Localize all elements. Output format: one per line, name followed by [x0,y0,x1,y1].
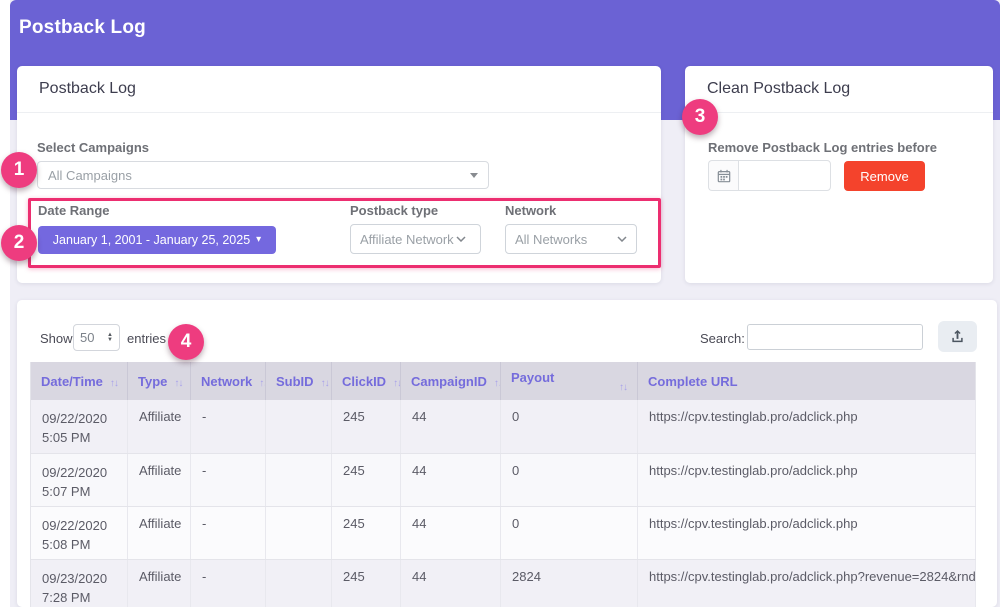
cell-payout: 0 [501,453,638,506]
date-range-label: Date Range [38,203,110,218]
cell-clickid: 245 [332,453,401,506]
date-range-value: January 1, 2001 - January 25, 2025 [53,233,250,247]
annotation-step-3: 3 [682,99,718,135]
sort-icon: ↑↓ [321,378,329,389]
postback-type-select[interactable]: Affiliate Network [350,224,481,254]
table-row: 09/22/2020 5:07 PM Affiliate - 245 44 0 … [31,453,976,506]
cell-network: - [191,453,266,506]
postback-log-table: Date/Time↑↓ Type↑↓ Network↑↓ SubID↑↓ Cli… [30,362,976,607]
clean-card-title: Clean Postback Log [707,80,850,98]
cell-type: Affiliate [128,506,191,559]
caret-down-icon: ▾ [256,235,261,245]
cell-type: Affiliate [128,400,191,453]
sort-icon: ↑↓ [110,378,118,389]
remove-date-input[interactable] [738,160,831,191]
cell-complete-url: https://cpv.testinglab.pro/adclick.php [638,506,976,559]
spinner-arrows-icon: ▲▼ [107,333,113,343]
cell-payout: 0 [501,400,638,453]
postback-log-page: Postback Log Postback Log Select Campaig… [0,0,1000,607]
sort-icon: ↑↓ [174,378,182,389]
cell-subid [266,400,332,453]
sort-icon: ↑↓ [259,378,265,389]
network-select[interactable]: All Networks [505,224,637,254]
cell-datetime: 09/22/2020 5:08 PM [31,506,128,559]
cell-payout: 0 [501,506,638,559]
network-select-value: All Networks [515,232,617,247]
column-header-campaignid[interactable]: CampaignID↑↓ [401,362,501,400]
date-range-button[interactable]: January 1, 2001 - January 25, 2025 ▾ [38,226,276,254]
cell-campaignid: 44 [401,400,501,453]
remove-button[interactable]: Remove [844,161,925,191]
cell-complete-url: https://cpv.testinglab.pro/adclick.php [638,453,976,506]
page-title: Postback Log [19,17,146,39]
cell-clickid: 245 [332,506,401,559]
cell-campaignid: 44 [401,559,501,607]
cell-network: - [191,506,266,559]
search-label: Search: [700,331,745,346]
column-header-payout[interactable]: Payout↑↓ [501,362,638,400]
select-campaigns-label: Select Campaigns [37,140,149,155]
campaigns-select[interactable]: All Campaigns [37,161,489,189]
show-label: Show [40,331,73,346]
cell-type: Affiliate [128,559,191,607]
cell-complete-url: https://cpv.testinglab.pro/adclick.php [638,400,976,453]
column-header-clickid[interactable]: ClickID↑↓ [332,362,401,400]
calendar-icon [717,169,731,183]
column-header-complete-url[interactable]: Complete URL [638,362,976,400]
table-row: 09/22/2020 5:05 PM Affiliate - 245 44 0 … [31,400,976,453]
sort-icon: ↑↓ [393,378,400,389]
cell-clickid: 245 [332,559,401,607]
caret-down-icon [470,173,478,178]
cell-campaignid: 44 [401,506,501,559]
column-header-datetime[interactable]: Date/Time↑↓ [31,362,128,400]
postback-card-title: Postback Log [39,80,136,98]
table-row: 09/22/2020 5:08 PM Affiliate - 245 44 0 … [31,506,976,559]
column-header-network[interactable]: Network↑↓ [191,362,266,400]
clean-card-header: Clean Postback Log [685,66,993,113]
cell-datetime: 09/22/2020 5:05 PM [31,400,128,453]
cell-payout: 2824 [501,559,638,607]
table-header-row: Date/Time↑↓ Type↑↓ Network↑↓ SubID↑↓ Cli… [31,362,976,400]
chevron-down-icon [617,236,627,242]
chevron-down-icon [456,236,466,242]
cell-subid [266,506,332,559]
cell-subid [266,559,332,607]
calendar-addon [708,160,738,191]
postback-type-label: Postback type [350,203,438,218]
annotation-step-4: 4 [168,324,204,360]
cell-campaignid: 44 [401,453,501,506]
cell-complete-url: https://cpv.testinglab.pro/adclick.php?r… [638,559,976,607]
export-icon [950,329,965,344]
page-length-select[interactable]: 50 ▲▼ [73,324,120,351]
entries-label: entries [127,331,166,346]
table-row: 09/23/2020 7:28 PM Affiliate - 245 44 28… [31,559,976,607]
export-button[interactable] [938,321,977,352]
sort-icon: ↑↓ [619,382,627,393]
search-input[interactable] [747,324,923,350]
campaigns-select-value: All Campaigns [48,168,470,183]
cell-network: - [191,400,266,453]
page-length-value: 50 [80,330,94,345]
column-header-subid[interactable]: SubID↑↓ [266,362,332,400]
cell-datetime: 09/23/2020 7:28 PM [31,559,128,607]
postback-type-value: Affiliate Network [360,232,456,247]
sort-icon: ↑↓ [494,378,501,389]
column-header-type[interactable]: Type↑↓ [128,362,191,400]
cell-type: Affiliate [128,453,191,506]
cell-network: - [191,559,266,607]
remove-before-label: Remove Postback Log entries before [708,140,937,155]
postback-card-header: Postback Log [17,66,661,113]
cell-clickid: 245 [332,400,401,453]
annotation-step-1: 1 [1,152,37,188]
network-label: Network [505,203,556,218]
cell-datetime: 09/22/2020 5:07 PM [31,453,128,506]
annotation-step-2: 2 [1,225,37,261]
cell-subid [266,453,332,506]
remove-date-group [708,160,831,191]
